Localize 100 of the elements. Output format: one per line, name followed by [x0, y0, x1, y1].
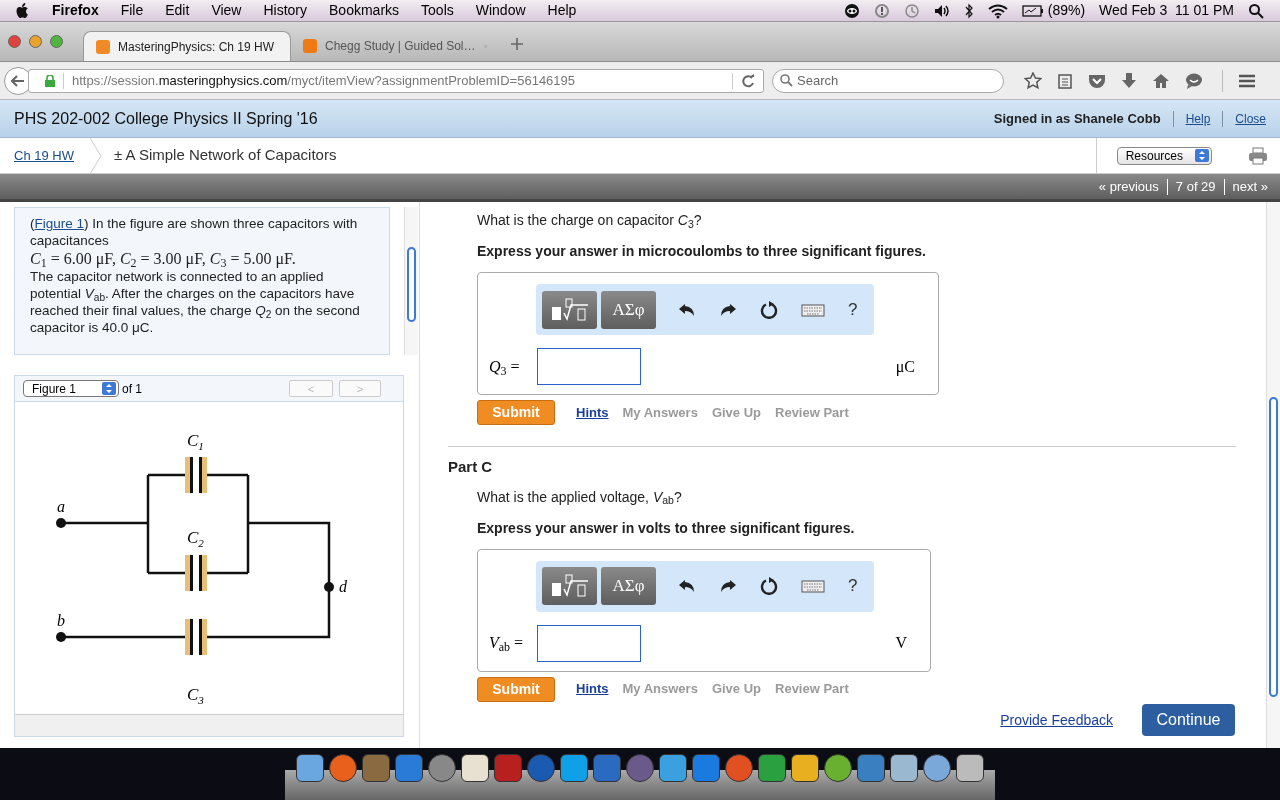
reset-icon[interactable]: [760, 300, 778, 319]
resources-dropdown[interactable]: Resources: [1116, 146, 1212, 165]
dock-app-icon[interactable]: [758, 754, 786, 782]
terminal-label: a: [57, 498, 65, 515]
capacitor-label: C$_{3}$: [187, 685, 204, 706]
dock-app-icon[interactable]: [956, 754, 984, 782]
dock-app-icon[interactable]: [428, 754, 456, 782]
eye-icon[interactable]: [843, 2, 860, 19]
print-icon[interactable]: [1248, 146, 1268, 165]
address-bar[interactable]: https://session.masteringphysics.com/myct/itemView?assignmentProblemID=56146195: [28, 68, 764, 93]
reload-icon[interactable]: [741, 73, 755, 88]
answer-unit: μC: [895, 356, 915, 378]
url-text: https://session.masteringphysics.com/myct/itemView?assignmentProblemID=56146195: [72, 71, 576, 90]
redo-icon[interactable]: [719, 301, 737, 318]
dock-app-icon[interactable]: [923, 754, 951, 782]
capacitance-values: C$_{1}$ = 6.00 μF, C$_{2}$ = 3.00 μF, C$_{3}$ = 5.00 μF.: [30, 249, 297, 268]
home-icon[interactable]: [1152, 71, 1170, 90]
close-window-icon[interactable]: [8, 35, 21, 48]
time-machine-icon[interactable]: [903, 2, 920, 19]
undo-icon[interactable]: [678, 578, 696, 594]
browser-tab[interactable]: Chegg Study | Guided Sol…: [291, 31, 499, 61]
scrollbar[interactable]: [404, 207, 418, 355]
dock-app-icon[interactable]: [791, 754, 819, 782]
part-link[interactable]: Hints: [576, 402, 609, 423]
dock-app-icon[interactable]: [725, 754, 753, 782]
dock-app-icon[interactable]: [329, 754, 357, 782]
redo-icon[interactable]: [719, 578, 737, 594]
menu-item[interactable]: Tools: [421, 0, 454, 21]
reading-list-icon[interactable]: [1057, 71, 1073, 90]
search-field[interactable]: Search: [772, 68, 1004, 93]
templates-button[interactable]: [542, 290, 597, 329]
zoom-window-icon[interactable]: [50, 35, 63, 48]
figure-link[interactable]: Figure 1: [34, 216, 85, 231]
wifi-icon[interactable]: [987, 2, 1008, 19]
undo-icon[interactable]: [678, 301, 696, 318]
dock-app-icon[interactable]: [626, 754, 654, 782]
menu-item[interactable]: Help: [547, 0, 577, 21]
menu-item[interactable]: File: [120, 0, 144, 21]
capacitor-drawing: [185, 457, 207, 493]
dock-app-icon[interactable]: [659, 754, 687, 782]
figure-select[interactable]: Figure 1: [23, 380, 119, 397]
chat-icon[interactable]: [1185, 71, 1203, 90]
menu-item[interactable]: Window: [475, 0, 526, 21]
minimize-window-icon[interactable]: [29, 35, 42, 48]
reset-icon[interactable]: [760, 577, 778, 595]
answer-instruction: Express your answer in volts to three significant figures.: [477, 518, 856, 538]
menu-item[interactable]: View: [211, 0, 242, 21]
apple-icon[interactable]: [16, 2, 30, 19]
terminal-label: b: [57, 612, 65, 629]
new-tab-icon[interactable]: [511, 37, 523, 50]
answer-input[interactable]: [537, 348, 641, 385]
previous-link[interactable]: « previous: [1098, 176, 1159, 197]
part-heading: Part C: [448, 457, 494, 477]
header-link[interactable]: Close: [1235, 109, 1266, 128]
problem-text: The capacitor network is connected to an applied potential V$_{ab}$. After the charges on the capacitors have reached their final values, the charge Q$_{2}$ on the second capacitor is 40.0 μC.: [30, 268, 361, 336]
scrollbar[interactable]: [1266, 202, 1280, 748]
templates-icon: [549, 573, 590, 599]
menu-clock[interactable]: Wed Feb 3 11 01 PM: [1099, 0, 1234, 21]
problem-title: ± A Simple Network of Capacitors: [113, 145, 337, 166]
dock-app-icon[interactable]: [527, 754, 555, 782]
menu-item[interactable]: Edit: [165, 0, 190, 21]
symbols-button[interactable]: ΑΣφ: [601, 567, 656, 605]
sync-alert-icon[interactable]: [873, 2, 890, 19]
terminal-dot: [56, 518, 66, 528]
junction-dot: [324, 582, 334, 592]
tab-title: Chegg Study | Guided Sol…: [325, 38, 476, 55]
search-icon[interactable]: [1248, 2, 1264, 19]
signed-in-text: Signed in as Shanele Cobb: [993, 109, 1161, 128]
battery-icon[interactable]: [1021, 2, 1044, 19]
bluetooth-icon[interactable]: [963, 2, 974, 19]
app-menu[interactable]: Firefox: [52, 0, 99, 21]
continue-button[interactable]: Continue: [1142, 704, 1235, 736]
bookmark-star-icon[interactable]: [1024, 71, 1042, 90]
dock-app-icon[interactable]: [560, 754, 588, 782]
templates-button[interactable]: [542, 567, 597, 605]
dock-app-icon[interactable]: [461, 754, 489, 782]
question-text: What is the applied voltage, V$_{ab}$?: [477, 487, 683, 508]
help-button[interactable]: ?: [848, 296, 858, 323]
dock-app-icon[interactable]: [890, 754, 918, 782]
browser-tab[interactable]: MasteringPhysics: Ch 19 HW: [83, 31, 291, 61]
next-link[interactable]: next »: [1232, 176, 1268, 197]
capacitor-drawing: [185, 555, 207, 591]
dock-app-icon[interactable]: [824, 754, 852, 782]
help-button[interactable]: ?: [848, 573, 858, 599]
capacitor-label: C$_{1}$: [187, 431, 204, 452]
menu-item[interactable]: History: [263, 0, 308, 21]
menu-icon[interactable]: [1238, 72, 1256, 89]
assignment-link[interactable]: Ch 19 HW: [0, 145, 90, 166]
answer-input[interactable]: [537, 624, 641, 662]
answer-unit: V: [895, 633, 907, 653]
dropdown-arrows-icon: [1199, 151, 1205, 160]
pocket-icon[interactable]: [1088, 72, 1106, 89]
part-link[interactable]: Hints: [576, 679, 609, 699]
menu-item[interactable]: Bookmarks: [329, 0, 400, 21]
download-icon[interactable]: [1121, 71, 1137, 90]
dock-app-icon[interactable]: [296, 754, 324, 782]
feedback-link[interactable]: Provide Feedback: [1000, 709, 1113, 731]
symbols-button[interactable]: ΑΣφ: [601, 290, 656, 329]
problem-intro: (Figure 1) In the figure are shown three capacitors with capacitances: [30, 215, 359, 249]
header-link[interactable]: Help: [1185, 109, 1211, 128]
